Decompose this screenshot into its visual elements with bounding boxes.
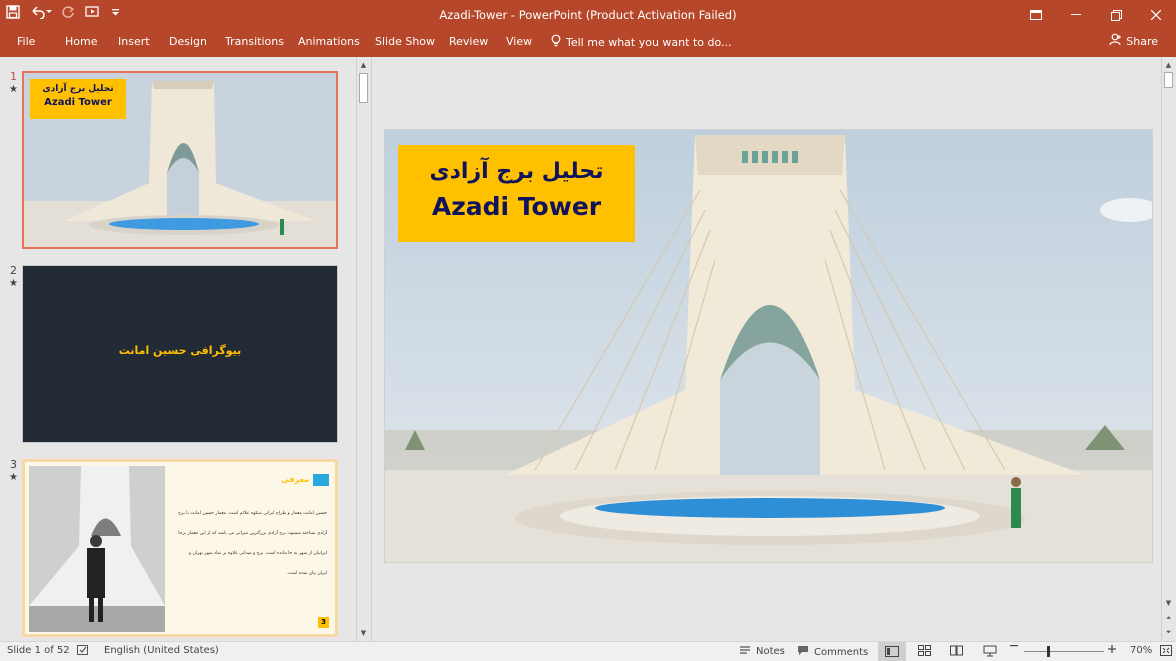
scroll-down-icon[interactable]: ▼ [1162, 597, 1175, 609]
thumbnail-body-text: حسین امانت معمار و طراح ایرانی شکوه علائ… [171, 504, 327, 584]
close-icon[interactable] [1136, 0, 1176, 30]
zoom-slider-handle[interactable] [1047, 646, 1050, 657]
slide-number: 3 [10, 458, 17, 471]
animation-star-icon: ★ [9, 472, 18, 483]
tab-file[interactable]: File [17, 35, 35, 48]
animation-star-icon: ★ [9, 278, 18, 289]
tell-me-search[interactable]: Tell me what you want to do... [551, 34, 732, 50]
scrollbar-thumb[interactable] [1164, 72, 1173, 88]
tab-insert[interactable]: Insert [118, 35, 150, 48]
zoom-in-icon[interactable] [1108, 645, 1116, 653]
tab-transitions[interactable]: Transitions [225, 35, 284, 48]
zoom-level[interactable]: 70% [1130, 645, 1152, 656]
spell-check-icon[interactable] [77, 645, 90, 656]
slide-number: 2 [10, 264, 17, 277]
comments-label: Comments [814, 646, 869, 658]
tab-animations[interactable]: Animations [298, 35, 360, 48]
comments-button[interactable]: Comments [797, 645, 868, 659]
accent-block [313, 474, 329, 486]
next-slide-icon[interactable]: ⏷ [1162, 626, 1175, 638]
notes-icon [739, 645, 751, 658]
thumbnail-title-fa: تحلیل برج آزادی [42, 84, 114, 94]
title-bar: Azadi-Tower - PowerPoint (Product Activa… [0, 0, 1176, 30]
previous-slide-icon[interactable]: ⏶ [1162, 612, 1175, 624]
body-line: ایرانیان از شهر به جا مانده است. برج و م… [188, 551, 327, 556]
slide-editor: تحلیل برج آزادی Azadi Tower [373, 57, 1161, 641]
normal-view-button[interactable] [878, 642, 906, 661]
slide-thumbnail-1[interactable]: تحلیل برج آزادی Azadi Tower [22, 71, 338, 249]
fit-slide-icon[interactable] [1160, 645, 1172, 656]
slide-thumbnails-pane: 1 ★ تحلیل برج آزادی Azadi Tower 2 ★ بیوگ… [0, 57, 372, 641]
thumbnails-scrollbar[interactable]: ▲ ▼ [356, 57, 370, 641]
share-label: Share [1126, 34, 1158, 48]
page-badge: 3 [318, 617, 329, 628]
notes-button[interactable]: Notes [739, 645, 785, 658]
slide-show-view-button[interactable] [983, 645, 997, 657]
ribbon-tab-bar: File Home Insert Design Transitions Anim… [0, 30, 1176, 57]
scroll-down-icon[interactable]: ▼ [357, 627, 370, 639]
share-button[interactable]: Share [1109, 33, 1158, 49]
tab-view[interactable]: View [506, 35, 532, 48]
lightbulb-icon [551, 34, 561, 50]
bw-portrait-photo [29, 466, 165, 632]
slide-thumbnail-2[interactable]: بیوگرافی حسین امانت [22, 265, 338, 443]
language-indicator[interactable]: English (United States) [104, 645, 219, 656]
slide-sorter-view-button[interactable] [918, 645, 931, 656]
ribbon-display-options-icon[interactable] [1016, 0, 1056, 30]
tab-design[interactable]: Design [169, 35, 207, 48]
scroll-up-icon[interactable]: ▲ [1162, 59, 1175, 71]
zoom-out-icon[interactable] [1010, 645, 1018, 647]
slide-title-box[interactable]: تحلیل برج آزادی Azadi Tower [398, 145, 635, 242]
window-title: Azadi-Tower - PowerPoint (Product Activa… [439, 8, 737, 22]
restore-icon[interactable] [1096, 0, 1136, 30]
animation-star-icon: ★ [9, 84, 18, 95]
body-line: ایران بیان شده است. [286, 571, 327, 576]
notes-label: Notes [756, 646, 785, 657]
slide-thumbnail-3[interactable]: معرفی حسین امانت معمار و طراح ایرانی شکو… [22, 459, 338, 637]
window-controls [1016, 0, 1176, 30]
slide-sorter-icon [918, 645, 931, 656]
slide-position[interactable]: Slide 1 of 52 [7, 645, 70, 656]
current-slide[interactable]: تحلیل برج آزادی Azadi Tower [384, 129, 1153, 563]
tab-home[interactable]: Home [65, 35, 97, 48]
slide-number: 1 [10, 70, 17, 83]
slide-title-fa: تحلیل برج آزادی [429, 159, 604, 184]
minimize-icon[interactable] [1056, 0, 1096, 30]
tab-review[interactable]: Review [449, 35, 488, 48]
status-bar: Slide 1 of 52 English (United States) No… [0, 641, 1176, 661]
slide-title-en: Azadi Tower [431, 192, 602, 221]
tab-slide-show[interactable]: Slide Show [375, 35, 435, 48]
body-line: حسین امانت معمار و طراح ایرانی شکوه علائ… [178, 511, 327, 516]
tell-me-label: Tell me what you want to do... [566, 35, 732, 49]
thumbnail-heading: معرفی [281, 475, 309, 484]
thumbnail-heading: بیوگرافی حسین امانت [118, 344, 242, 357]
slide-editor-scrollbar[interactable]: ▲ ▼ ⏶ ⏷ [1161, 57, 1175, 641]
normal-view-icon [885, 646, 899, 657]
scrollbar-thumb[interactable] [359, 73, 368, 103]
zoom-slider-track[interactable] [1024, 651, 1104, 652]
body-line: آزادی شناخته میشود، برج آزادی بزرگترین م… [178, 531, 327, 536]
person-icon [1109, 33, 1122, 49]
thumbnail-title-box: تحلیل برج آزادی Azadi Tower [30, 79, 126, 119]
slide-show-icon [983, 645, 997, 657]
comment-icon [797, 645, 809, 659]
scroll-up-icon[interactable]: ▲ [357, 59, 370, 71]
reading-view-button[interactable] [950, 645, 963, 656]
thumbnail-title-en: Azadi Tower [44, 97, 112, 108]
reading-view-icon [950, 645, 963, 656]
